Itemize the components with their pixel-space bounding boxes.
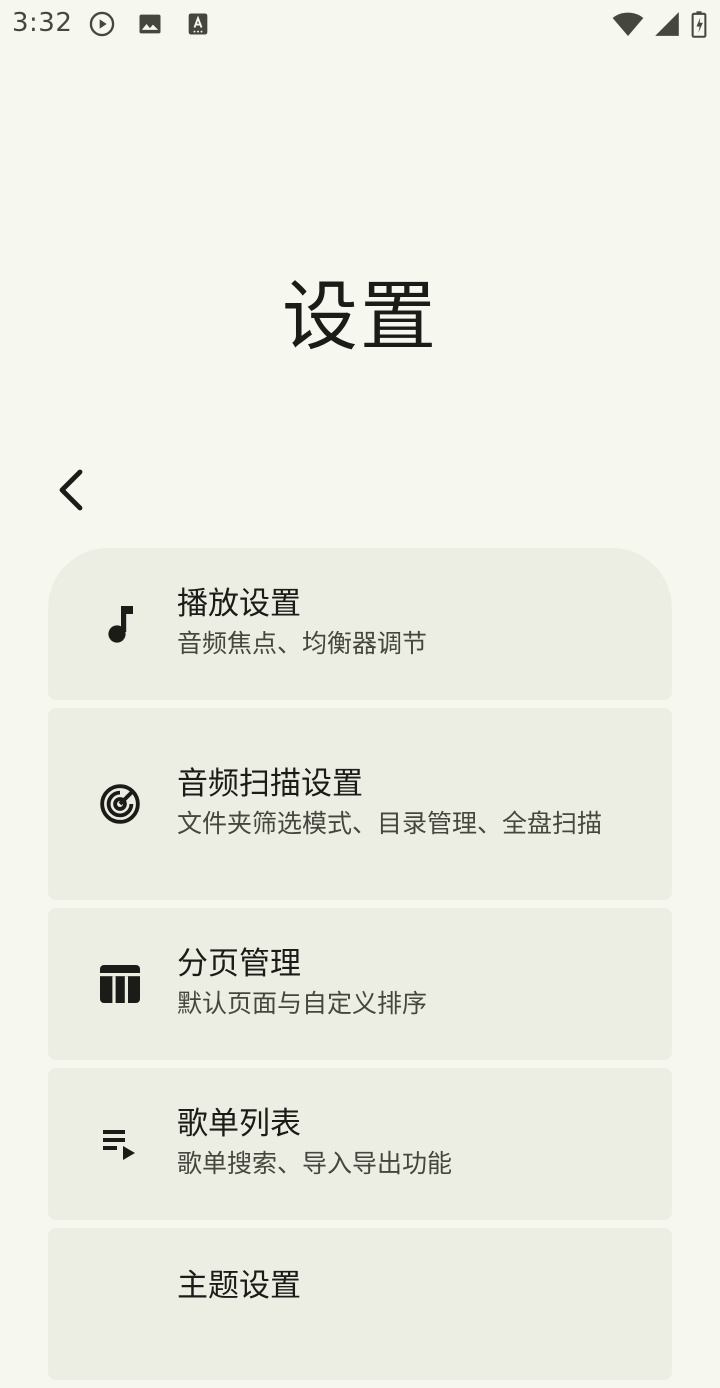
wifi-icon bbox=[612, 10, 644, 38]
setting-title: 分页管理 bbox=[177, 946, 301, 982]
setting-title: 歌单列表 bbox=[177, 1106, 301, 1142]
setting-title: 播放设置 bbox=[177, 586, 301, 622]
status-bar: 3:32 bbox=[0, 0, 720, 48]
status-notification-icons bbox=[88, 10, 212, 38]
setting-title: 主题设置 bbox=[177, 1268, 301, 1304]
setting-item-audio-scan[interactable]: 音频扫描设置 文件夹筛选模式、目录管理、全盘扫描 bbox=[48, 708, 672, 900]
setting-subtitle: 音频焦点、均衡器调节 bbox=[177, 629, 428, 658]
playlist-icon bbox=[96, 1120, 144, 1168]
setting-item-playlists[interactable]: 歌单列表 歌单搜索、导入导出功能 bbox=[48, 1068, 672, 1220]
tab-columns-icon bbox=[96, 960, 144, 1008]
setting-item-tab-management[interactable]: 分页管理 默认页面与自定义排序 bbox=[48, 908, 672, 1060]
status-system-icons bbox=[612, 10, 708, 38]
setting-subtitle: 默认页面与自定义排序 bbox=[177, 989, 428, 1018]
chevron-left-icon bbox=[56, 468, 88, 516]
setting-title: 音频扫描设置 bbox=[177, 766, 363, 802]
setting-subtitle: 歌单搜索、导入导出功能 bbox=[177, 1149, 453, 1178]
play-circle-icon bbox=[88, 10, 116, 38]
back-button[interactable] bbox=[44, 464, 100, 520]
setting-subtitle: 文件夹筛选模式、目录管理、全盘扫描 bbox=[177, 809, 603, 838]
scan-target-icon bbox=[96, 780, 144, 828]
image-icon bbox=[136, 10, 164, 38]
settings-list: 播放设置 音频焦点、均衡器调节 音频扫描设置 文件夹筛选模式、目录管理、全盘扫描… bbox=[48, 548, 672, 1388]
setting-item-theme[interactable]: 主题设置 bbox=[48, 1228, 672, 1380]
font-icon bbox=[184, 10, 212, 38]
page-title: 设置 bbox=[282, 272, 438, 361]
palette-icon bbox=[96, 1268, 144, 1316]
status-time: 3:32 bbox=[12, 8, 73, 38]
signal-icon bbox=[654, 10, 680, 38]
battery-charging-icon bbox=[690, 10, 708, 38]
setting-item-playback[interactable]: 播放设置 音频焦点、均衡器调节 bbox=[48, 548, 672, 700]
music-note-icon bbox=[96, 600, 144, 648]
